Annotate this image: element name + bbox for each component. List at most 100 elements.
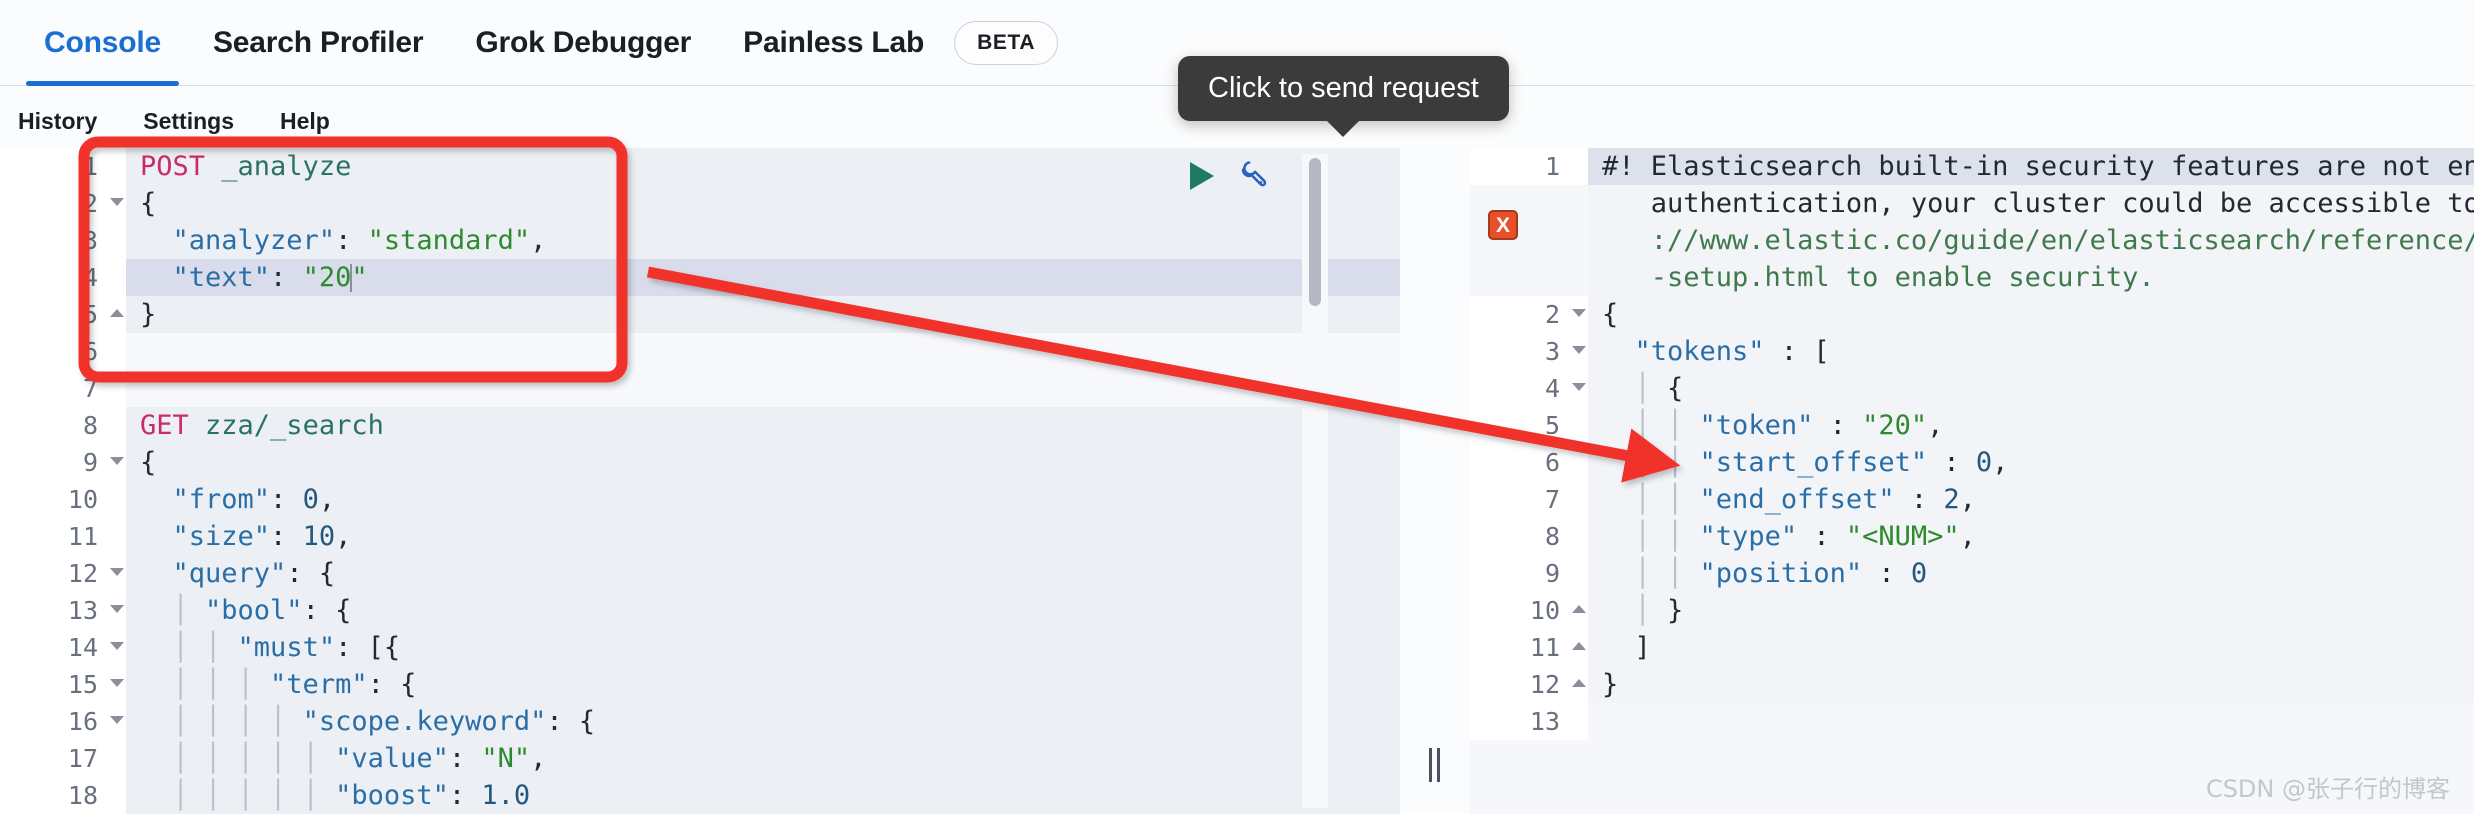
code-line-content[interactable]	[126, 333, 1400, 370]
code-line[interactable]: 6	[0, 333, 1400, 370]
code-line[interactable]: 3 "tokens" : [	[1470, 333, 2474, 370]
code-line-content[interactable]: "tokens" : [	[1588, 333, 2474, 370]
code-line-content[interactable]: #! Elasticsearch built-in security featu…	[1588, 148, 2474, 185]
request-editor-pane[interactable]: 1 POST _analyze 2 {3 "analyzer": "standard"…	[0, 148, 1400, 814]
code-line[interactable]: 3 "analyzer": "standard",	[0, 222, 1400, 259]
code-line-content[interactable]: │ │ "must": [{	[126, 629, 1400, 666]
code-line[interactable]: 4 "text": "20"	[0, 259, 1400, 296]
code-line-content[interactable]: authentication, your cluster could be ac…	[1588, 185, 2474, 222]
code-line[interactable]: 11 ]	[1470, 629, 2474, 666]
code-line[interactable]: 6 │ │ "start_offset" : 0,	[1470, 444, 2474, 481]
code-line-content[interactable]: "text": "20"	[126, 259, 1400, 296]
tab-painless-lab[interactable]: Painless Lab	[717, 0, 950, 86]
fold-down-icon[interactable]	[1572, 383, 1586, 391]
code-line[interactable]: 15 │ │ │ "term": {	[0, 666, 1400, 703]
code-line[interactable]: authentication, your cluster could be ac…	[1470, 185, 2474, 222]
beta-badge[interactable]: BETA	[954, 20, 1059, 65]
code-line[interactable]: 11 "size": 10,	[0, 518, 1400, 555]
fold-up-icon[interactable]	[1572, 605, 1586, 613]
tab-grok-debugger[interactable]: Grok Debugger	[449, 0, 717, 86]
code-line-content[interactable]: -setup.html to enable security.	[1588, 259, 2474, 296]
submenu-item-help[interactable]: Help	[280, 108, 330, 135]
wrench-icon[interactable]	[1236, 156, 1270, 195]
pane-splitter[interactable]	[1400, 148, 1470, 814]
request-editor-scrollbar[interactable]	[1302, 154, 1328, 808]
code-line-content[interactable]: {	[1588, 296, 2474, 333]
code-line-content[interactable]: │ │ │ │ │ "value": "N",	[126, 740, 1400, 777]
submenu-item-settings[interactable]: Settings	[143, 108, 234, 135]
line-gutter: 2	[0, 185, 126, 222]
splitter-grip-icon[interactable]	[1428, 748, 1442, 782]
request-code[interactable]: 1 POST _analyze 2 {3 "analyzer": "standard"…	[0, 148, 1400, 814]
code-line[interactable]: 17 │ │ │ │ │ "value": "N",	[0, 740, 1400, 777]
code-line[interactable]: 7 │ │ "end_offset" : 2,	[1470, 481, 2474, 518]
code-line-content[interactable]: │ │ "token" : "20",	[1588, 407, 2474, 444]
fold-down-icon[interactable]	[110, 716, 124, 724]
code-line-content[interactable]: "from": 0,	[126, 481, 1400, 518]
code-line[interactable]: 9{	[0, 444, 1400, 481]
code-line[interactable]: 9 │ │ "position" : 0	[1470, 555, 2474, 592]
fold-down-icon[interactable]	[110, 568, 124, 576]
fold-down-icon[interactable]	[110, 642, 124, 650]
fold-down-icon[interactable]	[110, 457, 124, 465]
code-line[interactable]: 13	[1470, 703, 2474, 740]
code-line-content[interactable]	[126, 370, 1400, 407]
fold-up-icon[interactable]	[1572, 679, 1586, 687]
code-line-content[interactable]	[1588, 703, 2474, 740]
code-token: "tokens"	[1602, 336, 1765, 367]
code-line[interactable]: -setup.html to enable security.	[1470, 259, 2474, 296]
play-icon[interactable]	[1190, 161, 1214, 190]
code-line-content[interactable]: }	[1588, 666, 2474, 703]
tab-search-profiler[interactable]: Search Profiler	[187, 0, 449, 86]
code-line[interactable]: 2{	[1470, 296, 2474, 333]
code-line-content[interactable]: │ │ │ "term": {	[126, 666, 1400, 703]
code-line-content[interactable]: GET zza/_search	[126, 407, 1400, 444]
code-line[interactable]: 18 │ │ │ │ │ "boost": 1.0	[0, 777, 1400, 814]
response-code[interactable]: 1 #! Elasticsearch built-in security feat…	[1470, 148, 2474, 740]
code-line[interactable]: 8 GET zza/_search	[0, 407, 1400, 444]
code-line[interactable]: 10 │ }	[1470, 592, 2474, 629]
code-line[interactable]: 14 │ │ "must": [{	[0, 629, 1400, 666]
fold-down-icon[interactable]	[110, 605, 124, 613]
code-line-content[interactable]: ://www.elastic.co/guide/en/elasticsearch…	[1588, 222, 2474, 259]
fold-down-icon[interactable]	[110, 679, 124, 687]
code-line[interactable]: 10 "from": 0,	[0, 481, 1400, 518]
code-line[interactable]: 4 │ {	[1470, 370, 2474, 407]
code-line[interactable]: 8 │ │ "type" : "<NUM>",	[1470, 518, 2474, 555]
code-line[interactable]: 12 "query": {	[0, 555, 1400, 592]
fold-up-icon[interactable]	[110, 309, 124, 317]
code-line-content[interactable]: "query": {	[126, 555, 1400, 592]
code-line-content[interactable]: │ │ "start_offset" : 0,	[1588, 444, 2474, 481]
code-line[interactable]: 1 #! Elasticsearch built-in security feat…	[1470, 148, 2474, 185]
code-line-content[interactable]: │ "bool": {	[126, 592, 1400, 629]
response-pane[interactable]: X 1 #! Elasticsearch built-in security fe…	[1470, 148, 2474, 814]
code-line[interactable]: 7	[0, 370, 1400, 407]
fold-down-icon[interactable]	[1572, 309, 1586, 317]
code-line[interactable]: 16 │ │ │ │ "scope.keyword": {	[0, 703, 1400, 740]
code-line[interactable]: ://www.elastic.co/guide/en/elasticsearch…	[1470, 222, 2474, 259]
code-line-content[interactable]: │ │ │ │ │ "boost": 1.0	[126, 777, 1400, 814]
code-line-content[interactable]: │ {	[1588, 370, 2474, 407]
fold-down-icon[interactable]	[110, 198, 124, 206]
error-marker-icon[interactable]: X	[1488, 210, 1518, 240]
code-line-content[interactable]: │ │ │ │ "scope.keyword": {	[126, 703, 1400, 740]
line-number: 6	[1470, 444, 1570, 481]
fold-up-icon[interactable]	[1572, 642, 1586, 650]
tab-console[interactable]: Console	[18, 0, 187, 86]
code-line[interactable]: 12}	[1470, 666, 2474, 703]
code-line-content[interactable]: │ │ "end_offset" : 2,	[1588, 481, 2474, 518]
code-line[interactable]: 13 │ "bool": {	[0, 592, 1400, 629]
code-line-content[interactable]: }	[126, 296, 1400, 333]
fold-down-icon[interactable]	[1572, 346, 1586, 354]
code-line[interactable]: 5 │ │ "token" : "20",	[1470, 407, 2474, 444]
submenu-item-history[interactable]: History	[18, 108, 97, 135]
code-line-content[interactable]: ]	[1588, 629, 2474, 666]
code-line-content[interactable]: "size": 10,	[126, 518, 1400, 555]
code-line[interactable]: 5}	[0, 296, 1400, 333]
code-line-content[interactable]: "analyzer": "standard",	[126, 222, 1400, 259]
scrollbar-thumb[interactable]	[1309, 158, 1321, 306]
code-line-content[interactable]: │ │ "type" : "<NUM>",	[1588, 518, 2474, 555]
code-line-content[interactable]: │ │ "position" : 0	[1588, 555, 2474, 592]
code-line-content[interactable]: {	[126, 444, 1400, 481]
code-line-content[interactable]: │ }	[1588, 592, 2474, 629]
